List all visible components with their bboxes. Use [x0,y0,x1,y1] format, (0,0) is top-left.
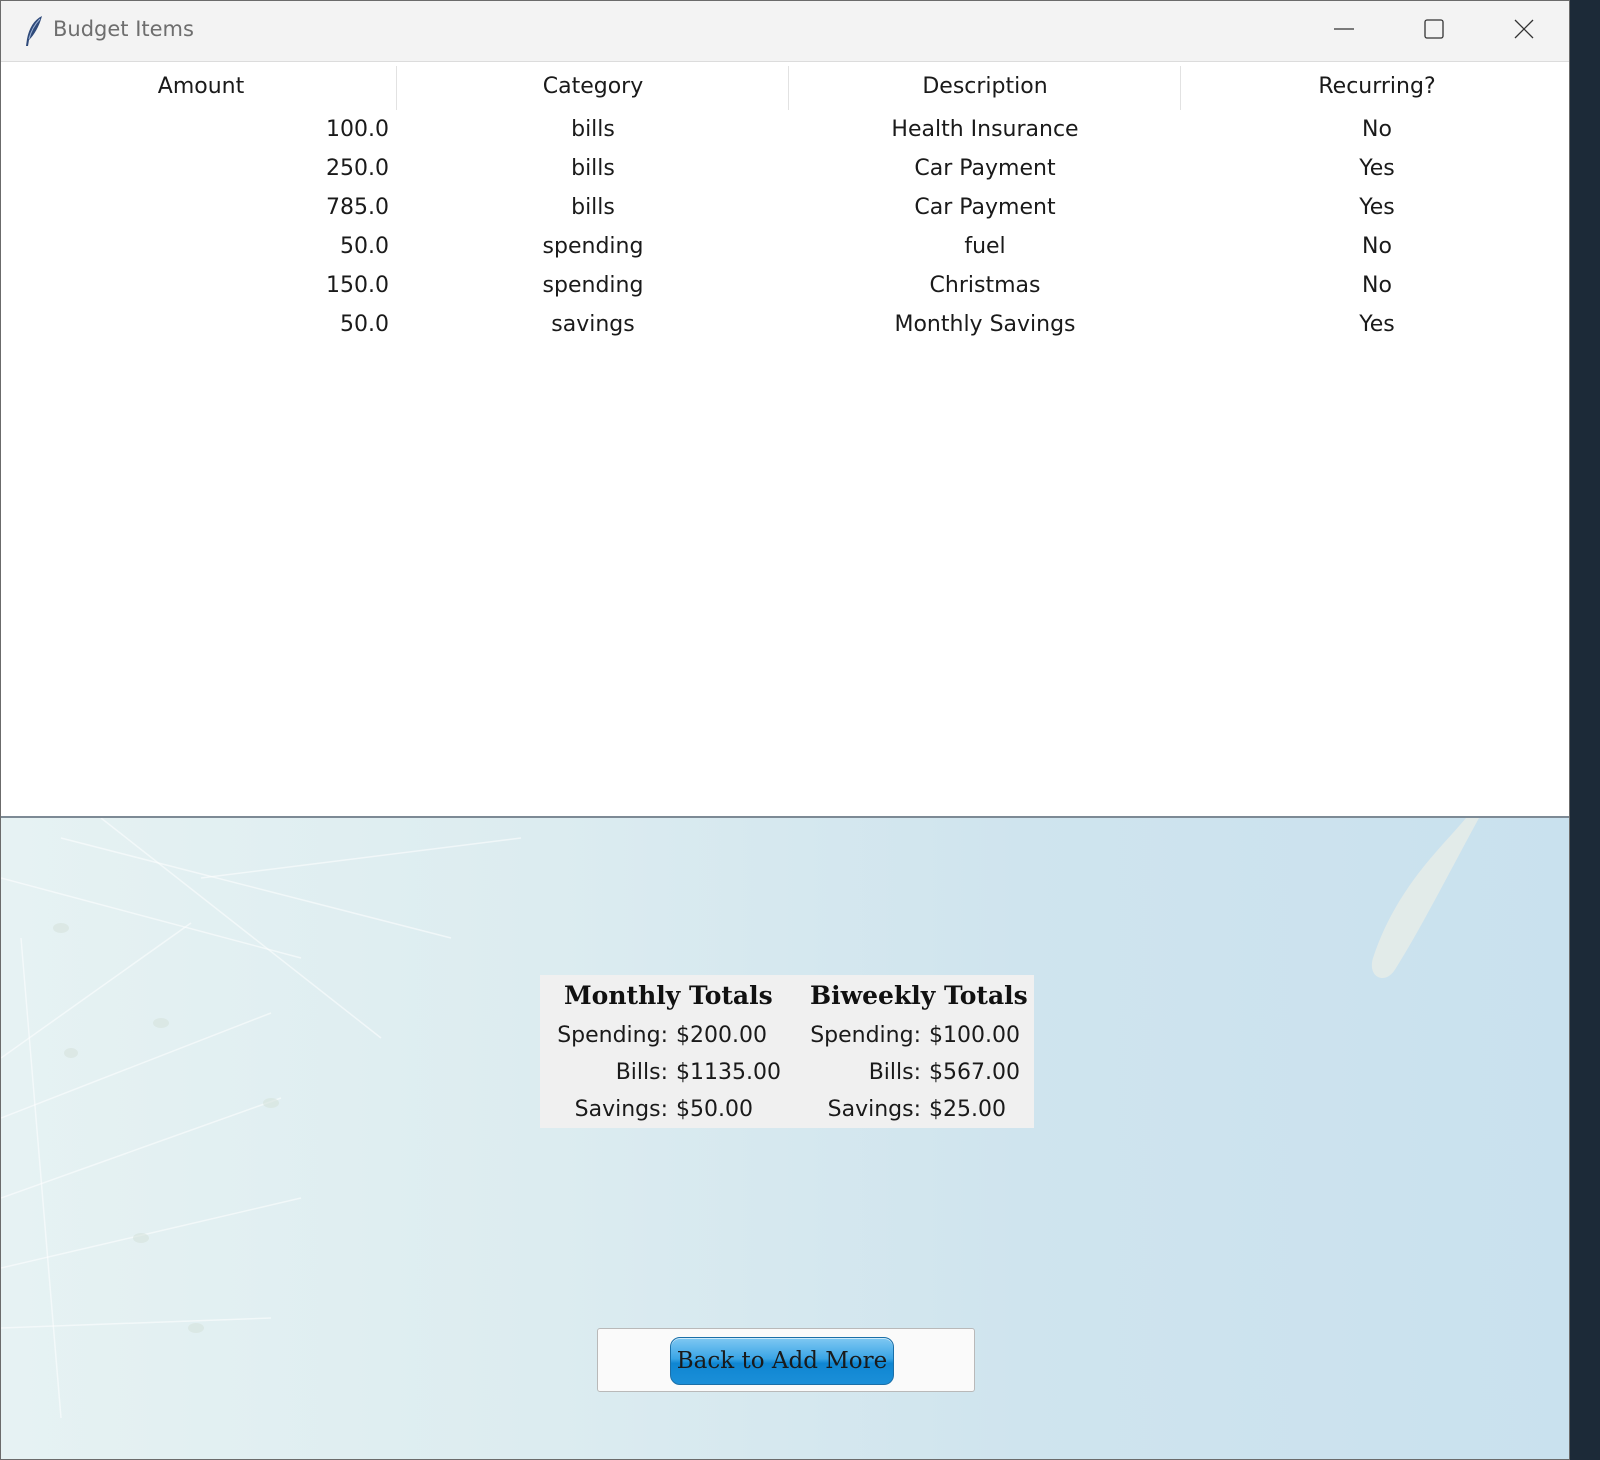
cell-description: Christmas [929,273,1041,298]
biweekly-spending-value: $100.00 [929,1022,1020,1048]
table-row[interactable]: 50.0 spending fuel No [5,227,1567,266]
cell-category: bills [571,195,615,220]
minimize-icon [1333,18,1355,44]
minimize-button[interactable] [1299,1,1389,61]
cell-description: Health Insurance [891,117,1079,142]
cell-recurring: Yes [1359,312,1395,337]
table-row[interactable]: 785.0 bills Car Payment Yes [5,188,1567,227]
table-header: Amount Category Description Recurring? [5,62,1567,110]
title-bar[interactable]: Budget Items [1,1,1569,62]
cell-amount: 50.0 [340,312,389,337]
cell-category: spending [542,234,644,259]
close-button[interactable] [1479,1,1569,61]
monthly-bills-value: $1135.00 [676,1059,781,1085]
biweekly-spending-label: Spending: [810,1022,921,1048]
table-row[interactable]: 100.0 bills Health Insurance No [5,110,1567,149]
button-frame: Back to Add More [597,1328,975,1392]
cell-amount: 50.0 [340,234,389,259]
biweekly-bills-label: Bills: [868,1059,921,1085]
column-header-description[interactable]: Description [789,62,1181,110]
column-header-amount[interactable]: Amount [5,62,397,110]
cell-recurring: Yes [1359,156,1395,181]
maximize-button[interactable] [1389,1,1479,61]
budget-items-table[interactable]: Amount Category Description Recurring? 1… [5,62,1567,816]
cell-recurring: No [1362,234,1392,259]
monthly-spending-value: $200.00 [676,1022,767,1048]
cell-amount: 100.0 [326,117,389,142]
cell-description: fuel [964,234,1006,259]
biweekly-savings-value: $25.00 [929,1096,1006,1122]
cell-category: bills [571,117,615,142]
cell-amount: 785.0 [326,195,389,220]
close-icon [1513,18,1535,44]
cell-description: Car Payment [914,156,1056,181]
biweekly-bills-value: $567.00 [929,1059,1020,1085]
monthly-savings-label: Savings: [574,1096,668,1122]
cell-amount: 150.0 [326,273,389,298]
back-to-add-more-button[interactable]: Back to Add More [670,1337,894,1385]
table-row[interactable]: 250.0 bills Car Payment Yes [5,149,1567,188]
maximize-icon [1423,18,1445,44]
cell-description: Monthly Savings [894,312,1076,337]
window-title: Budget Items [53,17,194,41]
cell-recurring: No [1362,117,1392,142]
biweekly-totals-heading: Biweekly Totals [810,981,1028,1010]
cell-recurring: No [1362,273,1392,298]
monthly-totals-heading: Monthly Totals [564,981,773,1010]
cell-recurring: Yes [1359,195,1395,220]
cell-category: spending [542,273,644,298]
cell-amount: 250.0 [326,156,389,181]
column-header-recurring[interactable]: Recurring? [1181,62,1569,110]
monthly-spending-label: Spending: [557,1022,668,1048]
totals-panel: Monthly Totals Biweekly Totals Spending:… [540,975,1034,1128]
biweekly-savings-label: Savings: [827,1096,921,1122]
cell-description: Car Payment [914,195,1056,220]
cell-category: savings [551,312,635,337]
monthly-bills-label: Bills: [615,1059,668,1085]
column-header-category[interactable]: Category [397,62,789,110]
cell-category: bills [571,156,615,181]
feather-icon [23,15,45,47]
budget-items-window: Budget Items Amount Category Description… [0,0,1570,1460]
monthly-savings-value: $50.00 [676,1096,753,1122]
table-row[interactable]: 50.0 savings Monthly Savings Yes [5,305,1567,344]
table-row[interactable]: 150.0 spending Christmas No [5,266,1567,305]
